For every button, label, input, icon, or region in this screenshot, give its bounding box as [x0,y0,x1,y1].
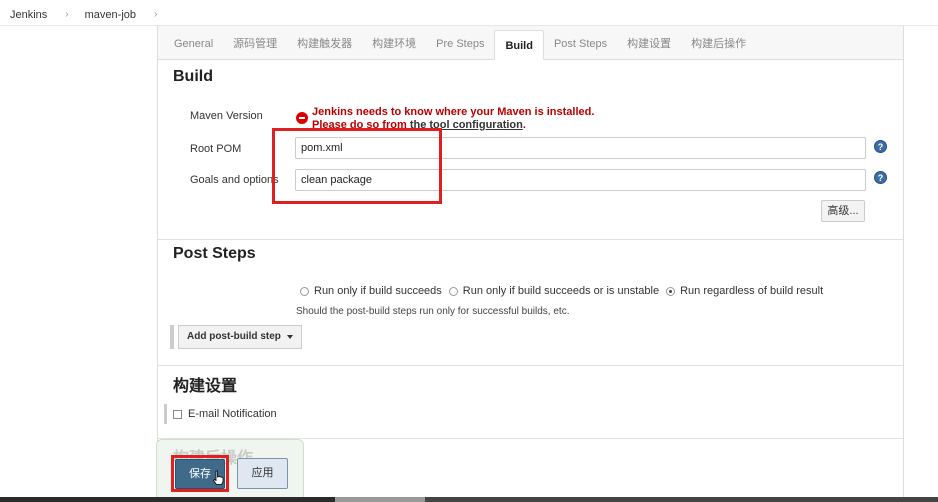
email-notification-label: E-mail Notification [188,408,277,420]
drag-handle [170,325,174,349]
config-panel: General 源码管理 构建触发器 构建环境 Pre Steps Build … [157,26,904,502]
post-steps-run-condition: Run only if build succeeds Run only if b… [300,285,830,297]
radio-button[interactable] [448,286,458,296]
radio-option-regardless[interactable]: Run regardless of build result [666,285,823,297]
radio-button[interactable] [300,286,309,296]
radio-label: Run only if build succeeds or is unstabl… [462,285,660,297]
error-suffix: . [522,119,526,131]
build-settings-section-title: 构建设置 [173,378,238,395]
goals-options-input[interactable] [295,169,866,191]
add-post-build-step: Add post-build step [170,325,302,349]
section-divider [158,239,903,240]
radio-option-succeeds-or-unstable[interactable]: Run only if build succeeds or is unstabl… [448,285,660,297]
radio-label: Run regardless of build result [680,285,824,297]
build-section-title: Build [173,68,213,85]
tool-configuration-link[interactable]: the tool configuration [410,119,523,131]
error-line-1: Jenkins needs to know where your Maven i… [312,106,595,118]
tab-build-triggers[interactable]: 构建触发器 [287,29,362,59]
chevron-right-icon[interactable]: › [154,9,163,20]
breadcrumb-maven-job[interactable]: maven-job › [75,4,164,26]
radio-option-succeeds[interactable]: Run only if build succeeds [300,285,442,297]
email-notification-checkbox[interactable] [173,409,182,419]
tab-post-build-actions[interactable]: 构建后操作 [681,29,756,59]
bottom-action-bar: 构建后操作 保存 应用 [156,439,304,502]
tab-build-environment[interactable]: 构建环境 [362,29,426,59]
post-steps-section-title: Post Steps [173,245,256,262]
error-prefix: Please do so from [312,119,410,131]
taskbar-strip [0,497,938,502]
breadcrumb-jenkins[interactable]: Jenkins › [0,4,75,26]
caret-down-icon [286,335,293,339]
section-divider [158,365,903,366]
drag-handle [164,404,167,424]
error-line-2: Please do so from the tool configuration… [312,119,594,132]
config-tab-bar: General 源码管理 构建触发器 构建环境 Pre Steps Build … [158,26,903,60]
taskbar-segment [425,497,938,502]
breadcrumb-label: Jenkins [10,8,48,21]
email-notification-row: E-mail Notification [164,404,277,424]
add-post-build-step-label: Add post-build step [187,331,281,342]
tab-build-settings[interactable]: 构建设置 [617,29,681,59]
advanced-button[interactable]: 高级... [821,200,865,222]
add-post-build-step-button[interactable]: Add post-build step [178,325,302,349]
goals-options-label: Goals and options [190,174,279,186]
hand-cursor-icon [212,470,224,485]
tab-general[interactable]: General [164,29,223,59]
root-pom-label: Root POM [190,143,242,155]
help-icon[interactable]: ? [874,140,887,153]
breadcrumb: Jenkins › maven-job › [0,4,938,26]
tab-pre-steps[interactable]: Pre Steps [426,29,494,59]
radio-label: Run only if build succeeds [314,285,442,297]
tab-post-steps[interactable]: Post Steps [544,29,617,59]
taskbar-segment [335,497,425,502]
breadcrumb-label: maven-job [84,8,136,21]
maven-version-label: Maven Version [190,110,263,122]
post-steps-note: Should the post-build steps run only for… [296,306,570,317]
apply-button[interactable]: 应用 [237,458,288,489]
help-icon[interactable]: ? [874,171,887,184]
tab-build[interactable]: Build [494,30,544,60]
root-pom-input[interactable] [295,137,866,159]
radio-button[interactable] [666,286,676,296]
maven-error-message: Jenkins needs to know where your Maven i… [312,106,594,132]
taskbar-segment [0,497,335,502]
tab-source-code[interactable]: 源码管理 [223,29,287,59]
error-icon [296,112,308,124]
chevron-right-icon[interactable]: › [65,9,74,20]
